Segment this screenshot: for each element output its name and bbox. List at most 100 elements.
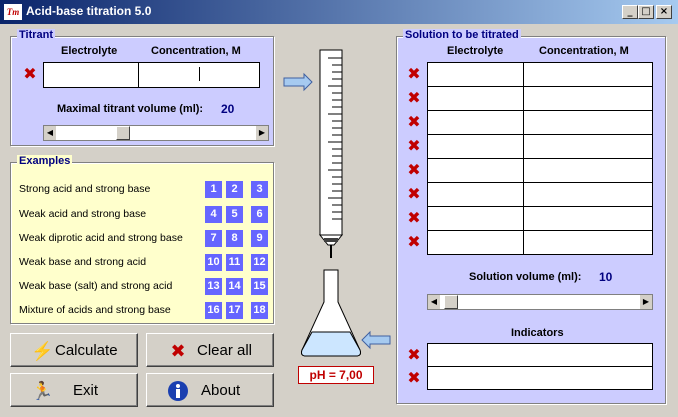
titrant-legend: Titrant (17, 29, 56, 41)
indicators-label: Indicators (511, 327, 564, 339)
solution-panel: Solution to be titrated Electrolyte Conc… (396, 29, 666, 404)
exit-label: Exit (73, 382, 99, 399)
clear-all-label: Clear all (197, 342, 253, 359)
example-button-14[interactable]: 14 (226, 278, 243, 295)
solution-delete-icon[interactable]: ✖ (407, 90, 421, 106)
calculate-label: Calculate (55, 342, 118, 359)
table-row (427, 86, 653, 111)
solution-delete-icon[interactable]: ✖ (407, 66, 421, 82)
text-cursor (199, 67, 200, 81)
table-row (427, 110, 653, 135)
close-button[interactable]: × (656, 5, 672, 19)
clear-all-button[interactable]: ✖ Clear all (146, 333, 274, 367)
burette-icon (318, 49, 344, 258)
example-button-15[interactable]: 15 (251, 278, 268, 295)
solution-delete-icon[interactable]: ✖ (407, 162, 421, 178)
solution-volume-value: 10 (599, 270, 613, 284)
electrolyte-cell[interactable] (427, 134, 524, 159)
table-row (427, 62, 653, 87)
example-button-18[interactable]: 18 (251, 302, 268, 319)
titrant-electrolyte-input[interactable] (43, 62, 139, 88)
concentration-cell[interactable] (523, 86, 653, 111)
indicator-field[interactable] (427, 366, 653, 390)
example-button-12[interactable]: 12 (251, 254, 268, 271)
example-label: Mixture of acids and strong base (19, 304, 171, 316)
running-man-icon: 🏃 (31, 381, 54, 401)
about-button[interactable]: About (146, 373, 274, 407)
titrant-delete-icon[interactable]: ✖ (23, 66, 37, 82)
max-volume-value: 20 (221, 102, 235, 116)
example-label: Weak base (salt) and strong acid (19, 280, 173, 292)
titrant-concentration-input[interactable] (138, 62, 260, 88)
solution-delete-icon[interactable]: ✖ (407, 210, 421, 226)
slider-left-arrow-icon[interactable]: ◀ (428, 295, 440, 309)
example-label: Weak base and strong acid (19, 256, 147, 268)
electrolyte-cell[interactable] (427, 110, 524, 135)
info-icon (167, 380, 189, 402)
ph-display: pH = 7,00 (298, 366, 374, 384)
concentration-cell[interactable] (523, 230, 653, 255)
electrolyte-cell[interactable] (427, 158, 524, 183)
example-button-10[interactable]: 10 (205, 254, 222, 271)
solution-delete-icon[interactable]: ✖ (407, 138, 421, 154)
max-volume-slider[interactable]: ◀ ▶ (43, 125, 269, 141)
slider-right-arrow-icon[interactable]: ▶ (256, 126, 268, 140)
table-row (427, 158, 653, 183)
concentration-cell[interactable] (523, 62, 653, 87)
solution-delete-icon[interactable]: ✖ (407, 114, 421, 130)
example-button-1[interactable]: 1 (205, 181, 222, 198)
example-button-16[interactable]: 16 (205, 302, 222, 319)
concentration-cell[interactable] (523, 182, 653, 207)
slider-left-arrow-icon[interactable]: ◀ (44, 126, 56, 140)
slider-thumb[interactable] (116, 126, 130, 140)
titrant-panel: Titrant Electrolyte Concentration, M ✖ M… (10, 29, 274, 146)
maximize-button[interactable]: □ (638, 5, 654, 19)
example-button-7[interactable]: 7 (205, 230, 222, 247)
solution-delete-icon[interactable]: ✖ (407, 234, 421, 250)
example-button-13[interactable]: 13 (205, 278, 222, 295)
slider-thumb[interactable] (444, 295, 458, 309)
example-label: Weak acid and strong base (19, 208, 147, 220)
arrow-left-icon (361, 330, 391, 350)
examples-legend: Examples (17, 155, 73, 167)
electrolyte-cell[interactable] (427, 230, 524, 255)
slider-right-arrow-icon[interactable]: ▶ (640, 295, 652, 309)
example-button-11[interactable]: 11 (226, 254, 243, 271)
electrolyte-cell[interactable] (427, 86, 524, 111)
example-button-8[interactable]: 8 (226, 230, 243, 247)
concentration-cell[interactable] (523, 158, 653, 183)
solution-table (427, 62, 653, 255)
indicator-field[interactable] (427, 343, 653, 367)
example-button-2[interactable]: 2 (226, 181, 243, 198)
title-bar: Tm Acid-base titration 5.0 _ □ × (0, 0, 678, 24)
example-button-9[interactable]: 9 (251, 230, 268, 247)
electrolyte-cell[interactable] (427, 182, 524, 207)
indicator-delete-icon[interactable]: ✖ (407, 370, 421, 386)
example-button-3[interactable]: 3 (251, 181, 268, 198)
concentration-cell[interactable] (523, 110, 653, 135)
exit-button[interactable]: 🏃 Exit (10, 373, 138, 407)
titrant-electrolyte-header: Electrolyte (61, 45, 118, 57)
window-title: Acid-base titration 5.0 (26, 4, 152, 18)
example-button-6[interactable]: 6 (251, 206, 268, 223)
solution-concentration-header: Concentration, M (539, 45, 629, 57)
concentration-cell[interactable] (523, 134, 653, 159)
titrant-concentration-header: Concentration, M (151, 45, 241, 57)
lightning-icon: ⚡ (31, 341, 54, 361)
calculate-button[interactable]: ⚡ Calculate (10, 333, 138, 367)
electrolyte-cell[interactable] (427, 62, 524, 87)
electrolyte-cell[interactable] (427, 206, 524, 231)
example-button-5[interactable]: 5 (226, 206, 243, 223)
concentration-cell[interactable] (523, 206, 653, 231)
about-label: About (201, 382, 241, 399)
solution-volume-slider[interactable]: ◀ ▶ (427, 294, 653, 310)
example-button-4[interactable]: 4 (205, 206, 222, 223)
solution-delete-icon[interactable]: ✖ (407, 186, 421, 202)
apparatus-drawing (283, 49, 391, 357)
flask-icon (301, 269, 361, 357)
example-button-17[interactable]: 17 (226, 302, 243, 319)
indicator-delete-icon[interactable]: ✖ (407, 347, 421, 363)
table-row (427, 134, 653, 159)
solution-electrolyte-header: Electrolyte (447, 45, 504, 57)
minimize-button[interactable]: _ (622, 5, 638, 19)
